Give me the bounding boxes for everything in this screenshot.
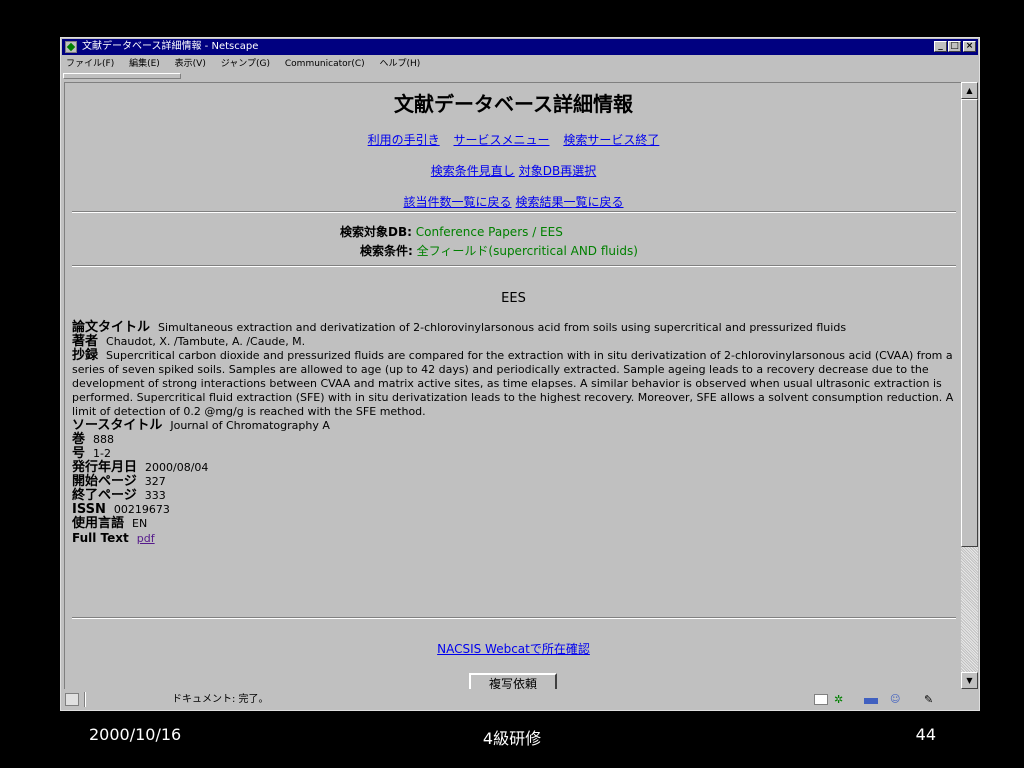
netscape-icon (65, 41, 77, 53)
link-exit-search[interactable]: 検索サービス終了 (563, 133, 659, 147)
link-revise-search[interactable]: 検索条件見直し (431, 164, 515, 178)
slide-footer: 2000/10/16 4級研修 44 (0, 725, 1024, 749)
menu-go[interactable]: ジャンプ(G) (221, 59, 270, 69)
field-author-label: 著者 (72, 334, 99, 349)
composer-icon[interactable]: ✎ (924, 694, 938, 705)
nav-row-2: 検索条件見直し 対象DB再選択 (65, 162, 961, 179)
field-volume-value: 888 (93, 433, 115, 446)
webcat-row: NACSIS Webcatで所在確認 (65, 640, 961, 657)
scroll-down-icon[interactable]: ▼ (961, 672, 978, 689)
status-separator (84, 692, 86, 707)
field-source-label: ソースタイトル (72, 418, 163, 433)
db-header: EES (501, 291, 526, 306)
field-abstract: 抄録 Supercritical carbon dioxide and press… (72, 349, 954, 419)
scrollbar-thumb[interactable] (961, 99, 978, 547)
page-title: 文献データベース詳細情報 (394, 92, 633, 116)
browser-window: 文献データベース詳細情報 - Netscape _ □ × ファイル(F) 編集… (60, 37, 980, 711)
field-title-value: Simultaneous extraction and derivatizati… (158, 321, 847, 334)
field-abstract-label: 抄録 (72, 348, 99, 363)
field-date-label: 発行年月日 (72, 460, 138, 475)
field-volume-label: 巻 (72, 432, 86, 447)
record-detail: 論文タイトル Simultaneous extraction and deriva… (72, 321, 954, 546)
window-title: 文献データベース詳細情報 - Netscape (82, 41, 259, 52)
menu-bar: ファイル(F) 編集(E) 表示(V) ジャンプ(G) Communicator… (62, 56, 978, 72)
field-abstract-value: Supercritical carbon dioxide and pressur… (72, 349, 954, 418)
footer-page-number: 44 (915, 725, 936, 744)
link-nacsis-webcat[interactable]: NACSIS Webcatで所在確認 (437, 642, 590, 656)
divider (72, 265, 956, 267)
field-language: 使用言語 EN (72, 517, 954, 531)
doc-icon[interactable] (814, 694, 828, 705)
security-lock-icon[interactable] (65, 693, 79, 706)
search-db-value: Conference Papers / EES (415, 225, 563, 239)
field-start-page: 開始ページ 327 (72, 475, 954, 489)
field-author: 著者 Chaudot, X. /Tambute, A. /Caude, M. (72, 335, 954, 349)
field-author-value: Chaudot, X. /Tambute, A. /Caude, M. (106, 335, 306, 348)
search-db-label: 検索対象DB: (340, 225, 412, 239)
field-title: 論文タイトル Simultaneous extraction and deriva… (72, 321, 954, 335)
menu-file[interactable]: ファイル(F) (66, 59, 114, 69)
nav-row-3: 該当件数一覧に戻る 検索結果一覧に戻る (65, 193, 961, 210)
link-service-menu[interactable]: サービスメニュー (453, 133, 549, 147)
search-cond-value: 全フィールド(supercritical AND fluids) (416, 244, 638, 258)
field-language-value: EN (132, 517, 148, 530)
title-bar: 文献データベース詳細情報 - Netscape _ □ × (62, 39, 978, 55)
navigator-icon[interactable]: ✲ (834, 694, 848, 705)
vertical-scrollbar[interactable]: ▲ ▼ (961, 82, 978, 689)
minimize-button[interactable]: _ (934, 41, 947, 52)
field-source-value: Journal of Chromatography A (170, 419, 330, 432)
maximize-button[interactable]: □ (948, 41, 961, 52)
field-end-page: 終了ページ 333 (72, 489, 954, 503)
field-title-label: 論文タイトル (72, 320, 151, 335)
field-date: 発行年月日 2000/08/04 (72, 461, 954, 475)
field-issue-value: 1-2 (93, 447, 111, 460)
divider (72, 211, 956, 213)
field-end-page-value: 333 (144, 489, 166, 502)
link-back-hit-count[interactable]: 該当件数一覧に戻る (403, 195, 511, 209)
field-language-label: 使用言語 (72, 516, 125, 531)
field-issue: 号 1-2 (72, 447, 954, 461)
page-content: 文献データベース詳細情報 利用の手引き サービスメニュー 検索サービス終了 検索… (64, 82, 961, 689)
status-bar: ドキュメント: 完了。 ✲ ☺ ✎ (62, 690, 978, 710)
copy-request-button[interactable]: 複写依頼 (469, 673, 557, 689)
divider (72, 617, 956, 619)
search-db-row: 検索対象DB: Conference Papers / EES (340, 223, 563, 240)
field-source: ソースタイトル Journal of Chromatography A (72, 419, 954, 433)
discussion-icon[interactable]: ☺ (890, 694, 904, 705)
field-end-page-label: 終了ページ (72, 488, 137, 503)
field-fulltext: Full Text pdf (72, 531, 954, 546)
field-issue-label: 号 (72, 446, 86, 461)
field-date-value: 2000/08/04 (145, 461, 209, 474)
field-issn-label: ISSN (72, 502, 106, 517)
close-button[interactable]: × (963, 41, 976, 52)
field-volume: 巻 888 (72, 433, 954, 447)
search-cond-row: 検索条件: 全フィールド(supercritical AND fluids) (360, 242, 638, 259)
link-reselect-db[interactable]: 対象DB再選択 (519, 164, 596, 178)
footer-title: 4級研修 (482, 729, 542, 748)
field-issn-value: 00219673 (113, 503, 170, 516)
field-start-page-label: 開始ページ (72, 474, 137, 489)
field-issn: ISSN 00219673 (72, 503, 954, 517)
menu-help[interactable]: ヘルプ(H) (380, 59, 421, 69)
menu-view[interactable]: 表示(V) (175, 59, 206, 69)
status-text: ドキュメント: 完了。 (172, 694, 269, 705)
link-user-guide[interactable]: 利用の手引き (368, 133, 440, 147)
link-back-results[interactable]: 検索結果一覧に戻る (516, 195, 624, 209)
field-start-page-value: 327 (144, 475, 166, 488)
menu-edit[interactable]: 編集(E) (129, 59, 160, 69)
pdf-link[interactable]: pdf (137, 532, 155, 545)
nav-row-1: 利用の手引き サービスメニュー 検索サービス終了 (65, 131, 961, 148)
scroll-up-icon[interactable]: ▲ (961, 82, 978, 99)
collapsed-toolbar-tabs[interactable] (63, 73, 181, 79)
field-fulltext-label: Full Text (72, 531, 129, 545)
mail-icon[interactable] (864, 698, 878, 704)
menu-communicator[interactable]: Communicator(C) (285, 59, 365, 69)
search-cond-label: 検索条件: (360, 244, 413, 258)
